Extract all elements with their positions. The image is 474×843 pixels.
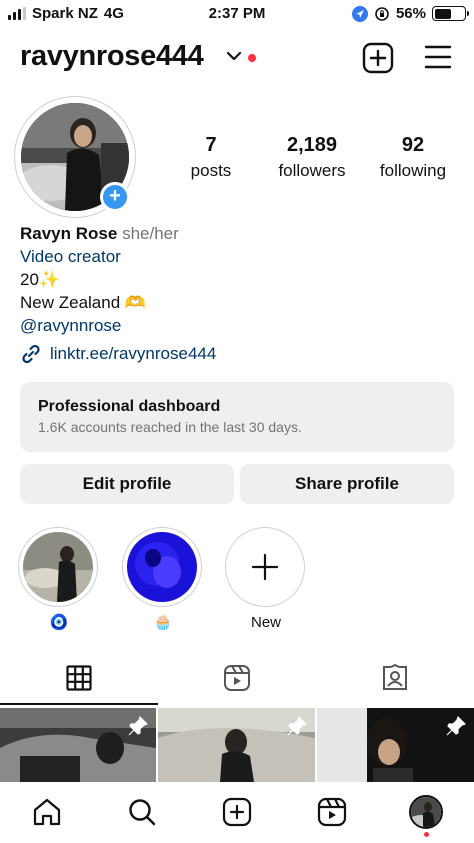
tab-tagged[interactable] — [375, 662, 415, 694]
bio-external-link[interactable]: linktr.ee/ravynrose444 — [20, 343, 216, 365]
reels-icon — [224, 665, 250, 691]
followers-count: 2,189 — [286, 134, 338, 156]
pin-icon — [446, 716, 466, 736]
profile-notification-dot — [424, 832, 429, 837]
status-bar: Spark NZ 4G 2:37 PM 56% — [0, 0, 474, 30]
grid-post[interactable] — [317, 708, 474, 782]
posts-stat[interactable]: 7 posts — [180, 134, 242, 181]
search-icon — [129, 799, 156, 826]
followers-stat[interactable]: 2,189 followers — [268, 134, 356, 181]
pin-icon — [128, 716, 148, 736]
bottom-navigation — [0, 782, 474, 843]
tab-reels[interactable] — [217, 662, 257, 694]
highlight-ring — [18, 527, 98, 607]
pin-icon — [287, 716, 307, 736]
screen-lock-icon — [375, 6, 389, 21]
name-line: Ravyn Rose she/her — [20, 222, 460, 245]
new-highlight-button[interactable]: New — [225, 527, 307, 633]
story-highlight[interactable]: 🧿 — [18, 527, 100, 633]
home-icon — [33, 798, 61, 826]
display-name: Ravyn Rose — [20, 224, 118, 243]
following-count: 92 — [401, 134, 425, 156]
bio-line-location: New Zealand 🫶 — [20, 293, 147, 312]
active-tab-indicator — [0, 703, 158, 705]
share-profile-button[interactable]: Share profile — [240, 464, 454, 504]
nav-create[interactable] — [219, 794, 255, 830]
nav-home[interactable] — [29, 794, 65, 830]
category-label[interactable]: Video creator — [20, 245, 460, 268]
battery-icon — [432, 6, 469, 21]
notification-dot — [248, 54, 256, 62]
posts-grid — [0, 708, 474, 782]
pronouns: she/her — [122, 224, 179, 243]
status-bar-right: 56% — [351, 5, 469, 22]
profile-bio: Ravyn Rose she/her Video creator 20✨ New… — [20, 222, 460, 337]
grid-icon — [66, 665, 92, 691]
nav-profile[interactable] — [408, 794, 444, 830]
profile-header: ravynrose444 — [0, 36, 474, 80]
dashboard-title: Professional dashboard — [38, 398, 221, 415]
highlight-label: New — [250, 614, 281, 631]
tab-posts-grid[interactable] — [59, 662, 99, 694]
chevron-down-icon[interactable] — [226, 50, 242, 62]
following-label: following — [379, 161, 447, 180]
link-icon — [22, 344, 40, 364]
grid-post[interactable] — [0, 708, 156, 782]
new-highlight-circle — [225, 527, 305, 607]
posts-label: posts — [190, 161, 232, 180]
nav-search[interactable] — [124, 794, 160, 830]
dashboard-subtitle: 1.6K accounts reached in the last 30 day… — [38, 419, 302, 435]
highlight-ring — [122, 527, 202, 607]
highlight-label: 🧁 — [153, 614, 173, 631]
grid-post[interactable] — [158, 708, 315, 782]
posts-count: 7 — [205, 134, 217, 156]
battery-percent: 56% — [395, 5, 426, 22]
professional-dashboard[interactable]: Professional dashboard 1.6K accounts rea… — [20, 382, 454, 452]
highlight-cover — [127, 532, 197, 602]
edit-profile-button[interactable]: Edit profile — [20, 464, 234, 504]
highlight-cover — [23, 532, 93, 602]
menu-icon[interactable] — [424, 44, 452, 70]
highlight-label: 🧿 — [49, 614, 69, 631]
plus-icon — [251, 553, 279, 581]
add-story-button[interactable]: + — [100, 182, 130, 212]
username-title[interactable]: ravynrose444 — [20, 40, 204, 73]
profile-avatar-small — [409, 795, 443, 829]
story-highlight[interactable]: 🧁 — [122, 527, 204, 633]
nav-reels[interactable] — [314, 794, 350, 830]
followers-label: followers — [278, 161, 346, 180]
bio-line-age: 20✨ — [20, 270, 61, 289]
create-icon — [222, 797, 252, 827]
tagged-icon — [383, 664, 407, 690]
location-icon — [351, 5, 368, 22]
create-post-icon[interactable] — [362, 42, 394, 74]
link-text: linktr.ee/ravynrose444 — [50, 344, 217, 363]
bio-mention-link[interactable]: @ravynnrose — [20, 314, 460, 337]
battery-fill — [434, 8, 451, 19]
following-stat[interactable]: 92 following — [372, 134, 454, 181]
reels-icon — [317, 797, 347, 827]
